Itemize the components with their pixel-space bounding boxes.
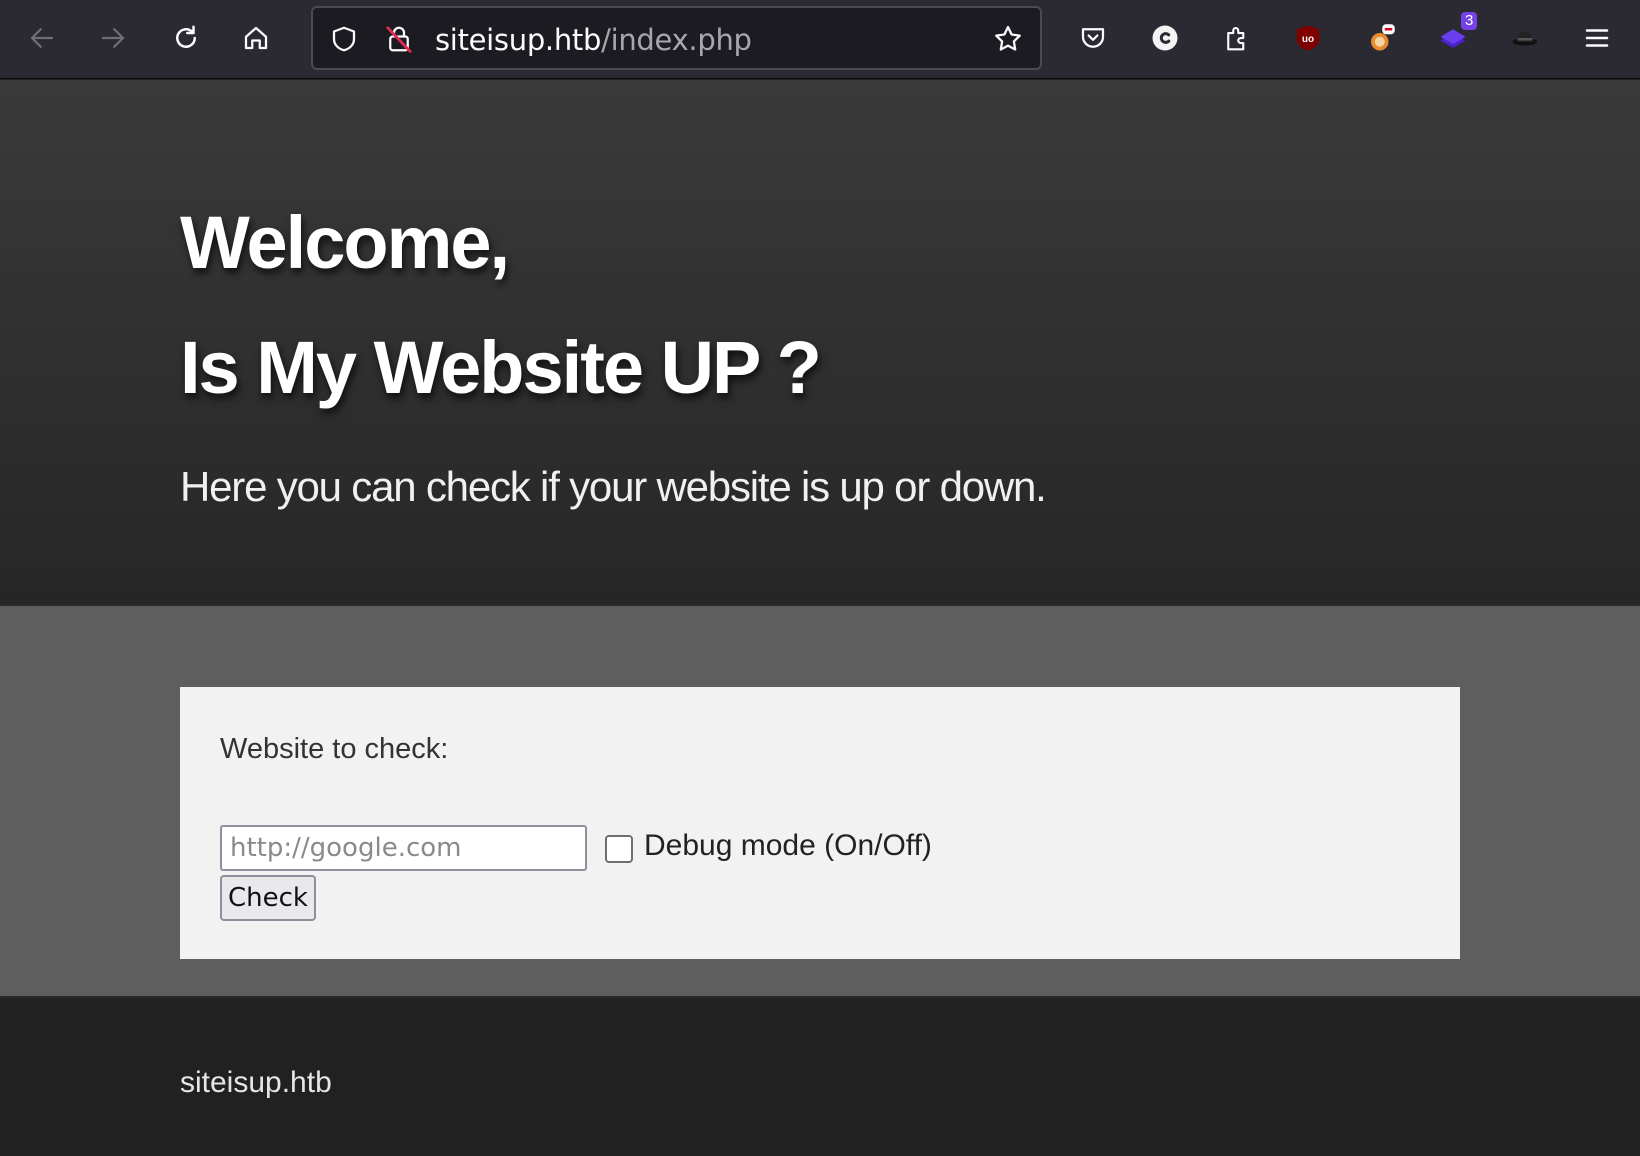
debug-mode-checkbox[interactable] — [605, 835, 633, 863]
form-section: Website to check: Debug mode (On/Off) Ch… — [0, 604, 1640, 998]
footer: siteisup.htb — [0, 998, 1640, 1156]
bookmark-star-icon[interactable] — [992, 23, 1024, 55]
foxyproxy-icon[interactable] — [1359, 16, 1403, 60]
back-icon[interactable] — [20, 16, 64, 60]
welcome-heading: Welcome, — [180, 201, 510, 284]
check-form-card: Website to check: Debug mode (On/Off) Ch… — [180, 687, 1460, 959]
footer-site-name: siteisup.htb — [180, 1066, 332, 1099]
menu-icon[interactable] — [1575, 16, 1619, 60]
url-text[interactable]: siteisup.htb/index.php — [435, 23, 752, 57]
url-host: siteisup.htb — [435, 23, 602, 57]
extension-badge: 3 — [1461, 12, 1478, 30]
shield-icon[interactable] — [328, 23, 360, 55]
svg-text:uo: uo — [1302, 34, 1314, 45]
check-button[interactable]: Check — [220, 875, 316, 921]
browser-toolbar: siteisup.htb/index.php uo 3 — [0, 0, 1640, 79]
pocket-icon[interactable] — [1071, 16, 1115, 60]
forward-icon[interactable] — [91, 16, 135, 60]
url-bar[interactable]: siteisup.htb/index.php — [311, 6, 1042, 70]
insecure-lock-icon[interactable] — [383, 23, 415, 55]
extensions-puzzle-icon[interactable] — [1215, 16, 1259, 60]
reload-icon[interactable] — [164, 16, 208, 60]
ublock-icon[interactable]: uo — [1286, 16, 1330, 60]
page-title: Is My Website UP ? — [180, 326, 822, 409]
hero-subtitle: Here you can check if your website is up… — [180, 463, 1047, 510]
website-url-input[interactable] — [220, 825, 587, 871]
home-icon[interactable] — [234, 16, 278, 60]
debug-mode-label[interactable]: Debug mode (On/Off) — [644, 829, 932, 863]
url-path: /index.php — [601, 23, 752, 57]
hero-section: Welcome, Is My Website UP ? Here you can… — [0, 80, 1640, 604]
website-label: Website to check: — [220, 733, 449, 765]
hat-extension-icon[interactable] — [1503, 16, 1547, 60]
c-extension-icon[interactable] — [1143, 16, 1187, 60]
stack-extension-icon[interactable]: 3 — [1431, 12, 1478, 60]
